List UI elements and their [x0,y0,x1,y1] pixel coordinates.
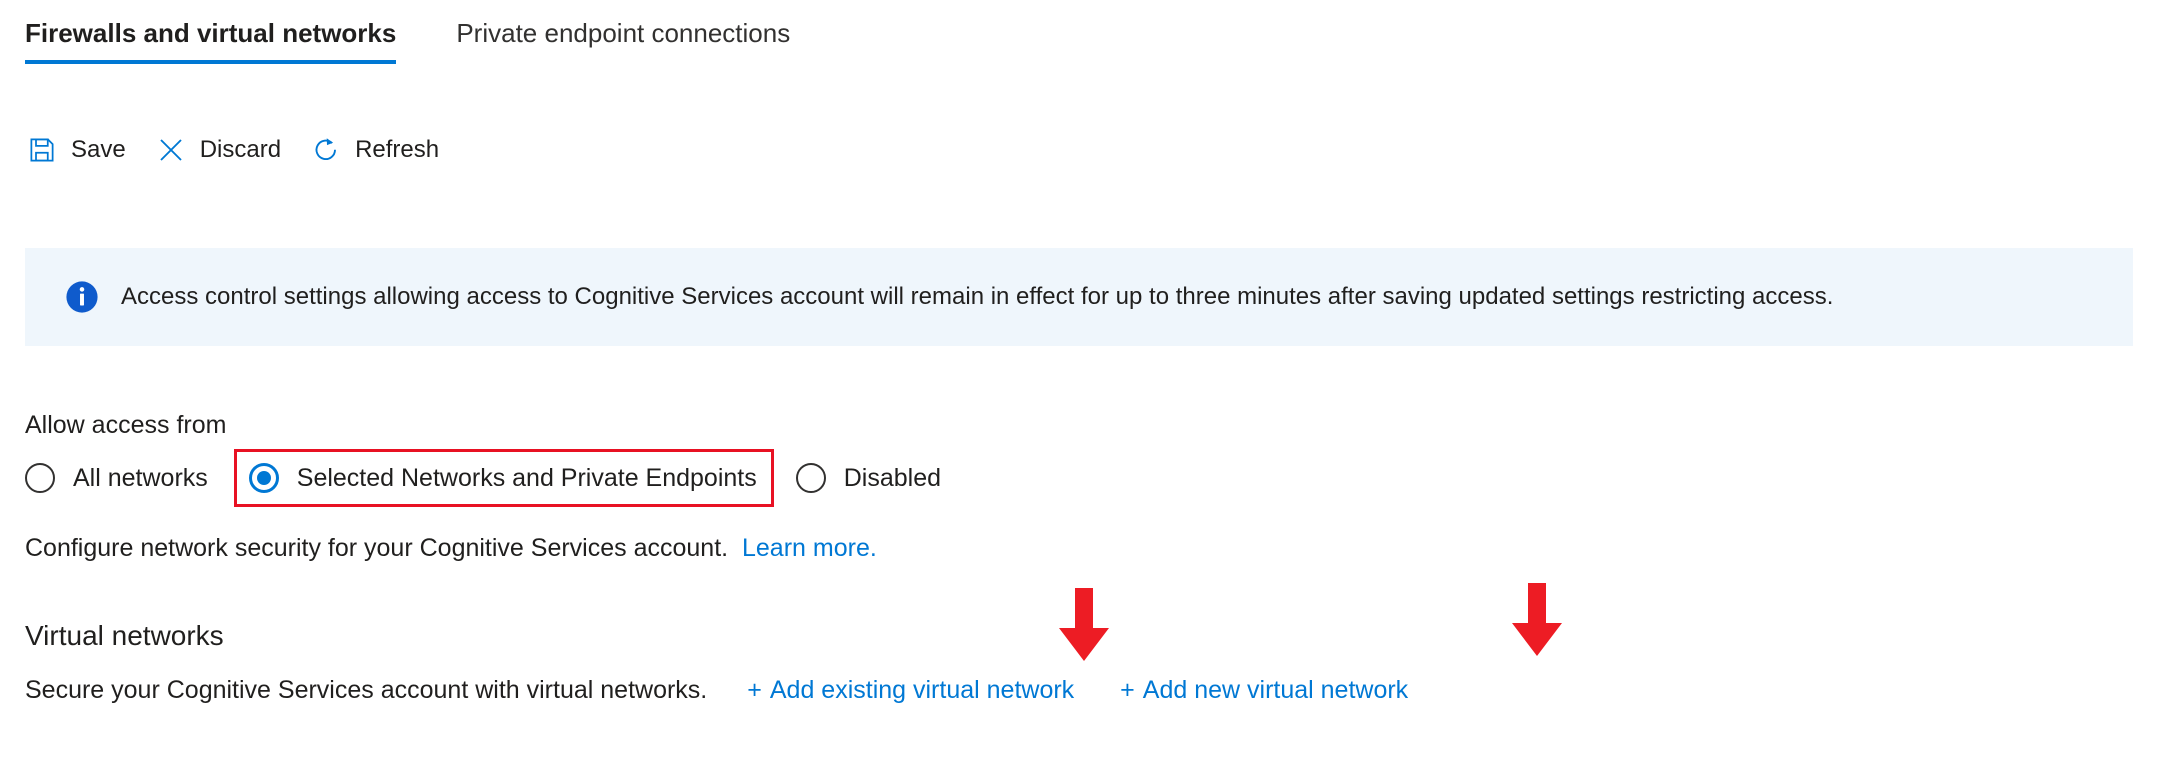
allow-access-radio-group: All networks Selected Networks and Priva… [25,449,941,507]
radio-disabled-label: Disabled [843,464,942,492]
add-existing-virtual-network-link[interactable]: + Add existing virtual network [747,675,1074,705]
radio-disabled[interactable]: Disabled [795,449,942,507]
radio-all-networks-label: All networks [73,464,208,492]
allow-access-from-label: Allow access from [25,411,227,439]
command-bar: Save Discard Refresh [25,126,467,174]
discard-button-label: Discard [199,136,282,163]
tab-firewalls-and-virtual-networks[interactable]: Firewalls and virtual networks [25,0,397,64]
virtual-networks-actions-row: Secure your Cognitive Services account w… [25,673,1454,707]
arrow-to-add-existing [1057,588,1111,662]
plus-icon: + [1120,676,1135,704]
radio-mark-icon [795,463,826,493]
info-banner-message: Access control settings allowing access … [121,283,1834,310]
tab-label: Firewalls and virtual networks [25,18,397,48]
network-security-description-text: Configure network security for your Cogn… [25,534,729,562]
refresh-button[interactable]: Refresh [309,128,439,172]
tab-private-endpoint-connections[interactable]: Private endpoint connections [456,0,790,64]
info-banner: Access control settings allowing access … [25,248,2133,346]
arrow-to-add-new [1510,583,1564,657]
close-icon [154,133,188,167]
plus-icon: + [747,676,762,704]
discard-button[interactable]: Discard [154,128,281,172]
radio-selected-networks-label: Selected Networks and Private Endpoints [296,464,757,492]
save-icon [25,133,59,167]
info-icon [65,280,99,314]
radio-mark-icon [248,463,279,493]
save-button-label: Save [71,136,126,163]
virtual-networks-title: Virtual networks [25,620,224,651]
add-existing-virtual-network-label: Add existing virtual network [769,676,1075,704]
radio-mark-icon [25,463,55,493]
refresh-button-label: Refresh [355,136,440,163]
refresh-icon [309,133,343,167]
radio-all-networks[interactable]: All networks [25,449,208,507]
learn-more-link[interactable]: Learn more. [742,534,877,562]
radio-selected-networks-and-private-endpoints[interactable]: Selected Networks and Private Endpoints [233,449,774,507]
add-new-virtual-network-label: Add new virtual network [1142,676,1409,704]
save-button[interactable]: Save [25,128,126,172]
tab-bar: Firewalls and virtual networks Private e… [0,0,2158,84]
virtual-networks-description: Secure your Cognitive Services account w… [25,676,708,704]
network-security-description: Configure network security for your Cogn… [25,533,877,563]
add-new-virtual-network-link[interactable]: + Add new virtual network [1120,675,1408,705]
tab-label: Private endpoint connections [456,18,791,48]
